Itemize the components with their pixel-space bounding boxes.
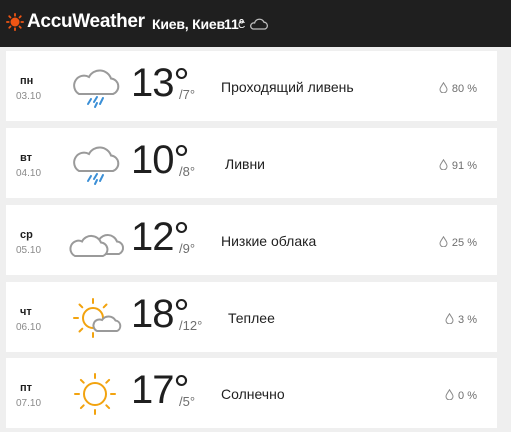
precipitation-chance: 3 % bbox=[445, 313, 477, 326]
raindrop-icon bbox=[445, 313, 454, 324]
forecast-date: 06.10 bbox=[16, 322, 42, 333]
low-temperature: /9° bbox=[179, 241, 196, 256]
forecast-row[interactable]: вт 04.10 10° /8° Ливни 91 % bbox=[6, 128, 497, 198]
app-header: AccuWeather Киев, Киев 11° C bbox=[0, 0, 511, 47]
low-temperature: /5° bbox=[179, 394, 196, 409]
day-name: пн bbox=[20, 75, 34, 87]
clouds-icon bbox=[69, 234, 125, 257]
cloud-icon bbox=[250, 18, 268, 30]
forecast-date: 07.10 bbox=[16, 398, 42, 409]
low-temperature: /8° bbox=[179, 164, 196, 179]
weather-phrase: Теплее bbox=[228, 310, 275, 326]
low-temperature: /12° bbox=[179, 318, 203, 333]
forecast-row[interactable]: пт 07.10 17° /5° Солнечно 0 % bbox=[6, 358, 497, 428]
accuweather-logo-icon[interactable] bbox=[6, 13, 24, 31]
precipitation-chance: 25 % bbox=[439, 236, 477, 249]
forecast-row[interactable]: чт 06.10 18° /12° Теплее 3 % bbox=[6, 282, 497, 352]
day-name: вт bbox=[20, 152, 33, 164]
weather-phrase: Низкие облака bbox=[221, 233, 317, 249]
weather-phrase: Ливни bbox=[225, 156, 265, 172]
day-name: ср bbox=[20, 229, 33, 241]
partly-sunny-icon bbox=[73, 298, 122, 338]
precipitation-value: 91 % bbox=[451, 160, 477, 172]
raindrop-icon bbox=[439, 236, 448, 247]
precipitation-value: 0 % bbox=[458, 390, 477, 402]
raindrop-icon bbox=[445, 389, 454, 400]
low-temperature: /7° bbox=[179, 87, 196, 102]
forecast-date: 03.10 bbox=[16, 91, 42, 102]
brand-name[interactable]: AccuWeather bbox=[27, 11, 145, 33]
precipitation-value: 25 % bbox=[451, 237, 477, 249]
forecast-date: 04.10 bbox=[16, 168, 42, 179]
forecast-date: 05.10 bbox=[16, 245, 42, 256]
sun-icon bbox=[74, 373, 116, 415]
precipitation-chance: 91 % bbox=[439, 159, 477, 172]
weather-phrase: Проходящий ливень bbox=[221, 79, 354, 95]
precipitation-chance: 0 % bbox=[445, 389, 477, 402]
temperature-unit: C bbox=[238, 20, 246, 31]
weather-phrase: Солнечно bbox=[221, 386, 285, 402]
forecast-row[interactable]: пн 03.10 13° /7° Проходящий ливень 80 % bbox=[6, 51, 497, 121]
precipitation-chance: 80 % bbox=[439, 82, 477, 95]
day-name: чт bbox=[20, 306, 32, 318]
raindrop-icon bbox=[439, 159, 448, 170]
forecast-row[interactable]: ср 05.10 12° /9° Низкие облака 25 % bbox=[6, 205, 497, 275]
location-name[interactable]: Киев, Киев bbox=[152, 16, 225, 32]
precipitation-value: 80 % bbox=[451, 83, 477, 95]
precipitation-value: 3 % bbox=[458, 314, 477, 326]
day-name: пт bbox=[20, 382, 33, 394]
rain-cloud-icon bbox=[73, 146, 120, 185]
raindrop-icon bbox=[439, 82, 448, 93]
rain-cloud-icon bbox=[73, 69, 120, 108]
